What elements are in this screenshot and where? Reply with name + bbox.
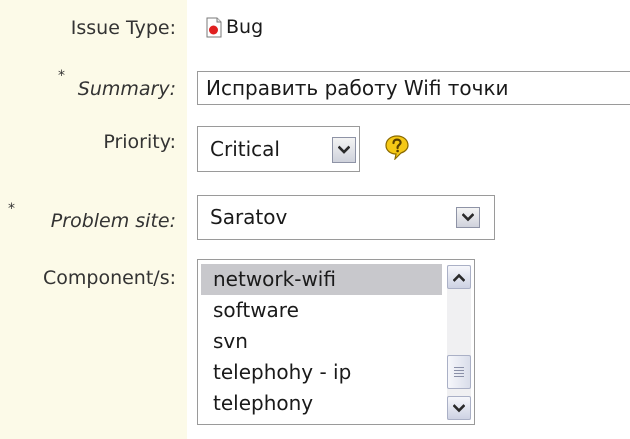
problem-site-select[interactable]: Saratov bbox=[197, 195, 495, 240]
summary-required-marker: * bbox=[58, 68, 65, 84]
priority-select[interactable]: Critical bbox=[197, 126, 360, 172]
list-item-telephohy-ip[interactable]: telephohy - ip bbox=[201, 357, 442, 388]
summary-input[interactable] bbox=[197, 71, 630, 105]
list-item-software[interactable]: software bbox=[201, 295, 442, 326]
priority-select-value: Critical bbox=[210, 137, 280, 161]
components-label: Component/s: bbox=[42, 267, 176, 289]
components-scrollbar[interactable] bbox=[447, 265, 471, 420]
components-listbox[interactable]: network-wifi software svn telephohy - ip… bbox=[197, 259, 475, 425]
chevron-down-icon bbox=[462, 213, 474, 222]
problem-site-required-marker: * bbox=[8, 201, 15, 217]
issue-type-text: Bug bbox=[226, 16, 264, 38]
scroll-down-button[interactable] bbox=[447, 396, 471, 420]
priority-label: Priority: bbox=[103, 131, 176, 153]
problem-site-dropdown-button[interactable] bbox=[456, 207, 480, 228]
chevron-down-icon bbox=[338, 145, 350, 154]
chevron-down-icon bbox=[453, 403, 465, 412]
scroll-up-button[interactable] bbox=[447, 265, 471, 289]
components-list: network-wifi software svn telephohy - ip… bbox=[201, 264, 442, 419]
problem-site-select-value: Saratov bbox=[210, 205, 288, 229]
list-item-svn[interactable]: svn bbox=[201, 326, 442, 357]
list-item-network-wifi[interactable]: network-wifi bbox=[201, 264, 442, 295]
problem-site-label: Problem site: bbox=[50, 210, 176, 232]
scroll-thumb[interactable] bbox=[447, 355, 471, 389]
list-item-telephony[interactable]: telephony bbox=[201, 388, 442, 419]
help-icon[interactable] bbox=[384, 134, 410, 161]
bug-icon bbox=[206, 17, 222, 38]
summary-label: Summary: bbox=[77, 78, 176, 100]
issue-type-label: Issue Type: bbox=[70, 17, 176, 39]
priority-dropdown-button[interactable] bbox=[332, 137, 356, 163]
chevron-up-icon bbox=[453, 273, 465, 282]
issue-type-value: Bug bbox=[206, 14, 263, 40]
